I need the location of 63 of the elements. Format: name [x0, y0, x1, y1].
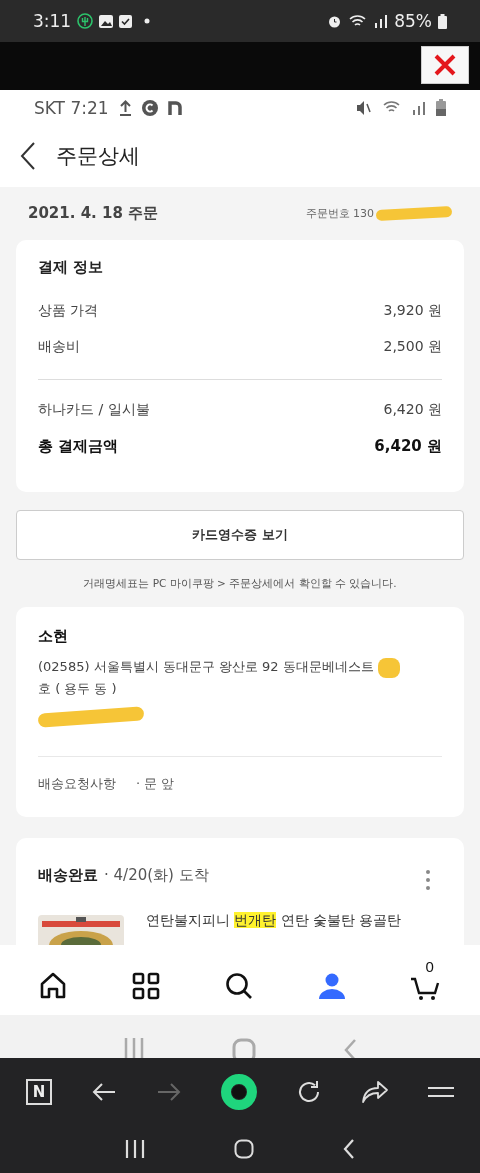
forward-icon [156, 1081, 182, 1102]
cart-count: 0 [425, 959, 434, 975]
grid-icon [131, 971, 162, 1001]
recents-button[interactable] [124, 1139, 145, 1159]
search-icon [224, 971, 254, 1001]
address-text: 호 ( 용두 동 ) [38, 681, 117, 696]
redaction-mark [377, 657, 400, 678]
person-icon [316, 971, 347, 1001]
dot-icon [144, 18, 151, 24]
image-icon [99, 14, 114, 28]
home-icon [221, 1073, 257, 1110]
row-amount: 6,420 원 [374, 436, 442, 456]
row-label: 하나카드 / 일시불 [38, 401, 150, 419]
back-button[interactable] [20, 141, 36, 171]
back-icon [91, 1081, 117, 1102]
row-amount: 6,420 원 [383, 401, 442, 419]
back-icon [343, 1139, 356, 1159]
signal-icon [374, 14, 389, 28]
checkbox-icon [119, 14, 133, 28]
order-number: 주문번호 130 [305, 206, 374, 221]
row-label: 배송비 [38, 338, 80, 356]
close-button[interactable] [421, 46, 469, 84]
n-logo-icon [167, 100, 182, 115]
section-title: 결제 정보 [38, 258, 105, 277]
tabs-button[interactable]: N [26, 1078, 52, 1105]
battery-level: 85% [394, 11, 432, 31]
home-icon [234, 1139, 254, 1159]
info-text: 거래명세표는 PC 마이쿠팡 > 주문상세에서 확인할 수 있습니다. [82, 577, 398, 591]
back-icon [20, 141, 36, 171]
battery-icon [438, 13, 447, 29]
copyright-icon [141, 99, 158, 116]
card-receipt-button[interactable]: 카드영수증 보기 [16, 510, 464, 560]
clock: 3:11 [33, 11, 72, 31]
row-amount: 3,920 원 [383, 302, 442, 320]
home-button[interactable] [234, 1139, 254, 1159]
home-button[interactable] [221, 1073, 257, 1110]
page-title: 주문상세 [56, 143, 140, 170]
mute-icon [356, 99, 372, 116]
upload-icon [118, 99, 132, 116]
recents-icon [124, 1139, 145, 1159]
row-amount: 2,500 원 [383, 338, 442, 356]
field-label: 배송요청사항 [38, 775, 116, 793]
recipient-name: 소현 [38, 627, 69, 646]
delivery-status: 배송완료 [38, 866, 98, 885]
close-icon [433, 53, 457, 77]
product-title: 연탄불지피니 번개탄 연탄 숯불탄 용골탄 [146, 912, 402, 930]
address-text: (02585) 서울특별시 동대문구 왕산로 92 동대문베네스트 [38, 659, 374, 674]
field-value: · 문 앞 [136, 775, 175, 793]
share-button[interactable] [361, 1079, 389, 1104]
arrival-date: · 4/20(화) 도착 [104, 866, 209, 885]
order-date: 2021. 4. 18 주문 [28, 204, 159, 223]
menu-icon [428, 1085, 454, 1098]
row-label: 총 결제금액 [38, 436, 119, 456]
signal-icon [412, 100, 426, 115]
row-label: 상품 가격 [38, 302, 99, 320]
reload-button[interactable] [296, 1078, 322, 1105]
more-icon [426, 870, 430, 890]
carrier-time: SKT 7:21 [34, 97, 109, 118]
battery-icon [436, 99, 446, 116]
menu-button[interactable] [428, 1085, 454, 1098]
share-icon [361, 1079, 389, 1104]
reload-icon [296, 1078, 322, 1105]
cart-tab[interactable]: 0 [409, 959, 442, 1001]
